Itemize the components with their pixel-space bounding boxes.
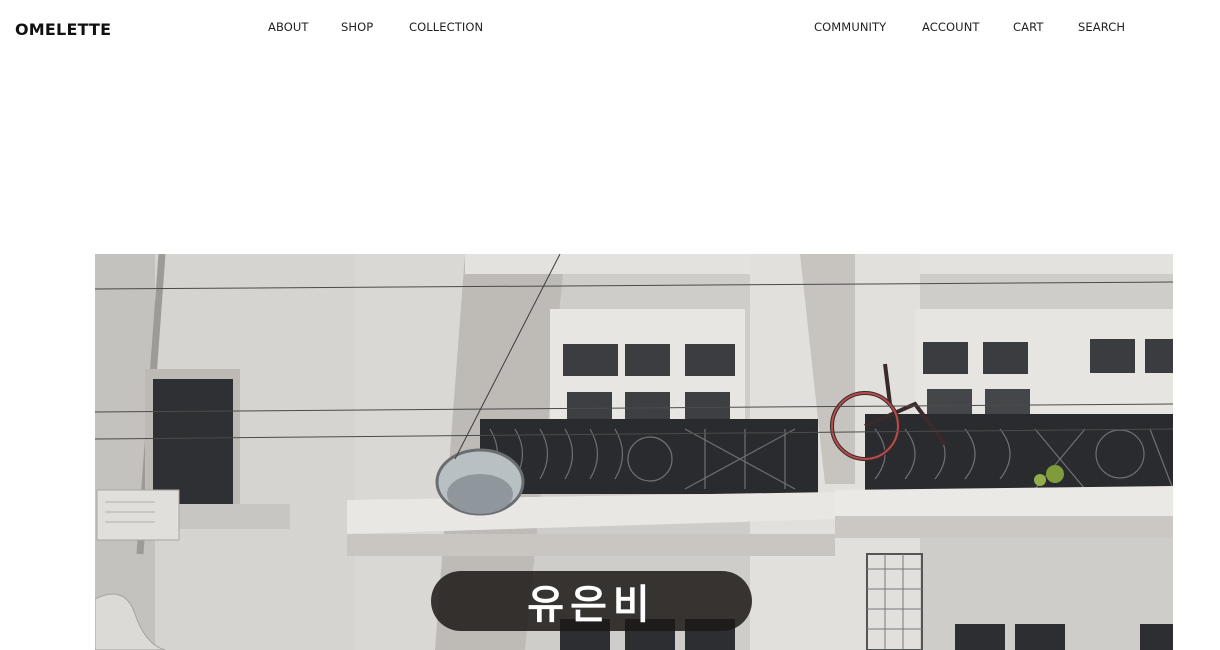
nav-link-cart[interactable]: CART <box>1013 20 1043 34</box>
hero-caption-pill: 유은비 <box>431 571 752 631</box>
top-navigation: OMELETTE ABOUT SHOP COLLECTION COMMUNITY… <box>0 0 1220 56</box>
nav-link-search[interactable]: SEARCH <box>1078 20 1125 34</box>
hero-caption-text: 유은비 <box>527 582 656 628</box>
nav-link-shop[interactable]: SHOP <box>341 20 373 34</box>
nav-link-account[interactable]: ACCOUNT <box>922 20 980 34</box>
page: OMELETTE ABOUT SHOP COLLECTION COMMUNITY… <box>0 0 1220 650</box>
nav-link-collection[interactable]: COLLECTION <box>409 20 483 34</box>
nav-link-about[interactable]: ABOUT <box>268 20 309 34</box>
hero-image[interactable]: 유은비 <box>95 254 1173 650</box>
brand-logo[interactable]: OMELETTE <box>15 20 111 39</box>
nav-link-community[interactable]: COMMUNITY <box>814 20 886 34</box>
